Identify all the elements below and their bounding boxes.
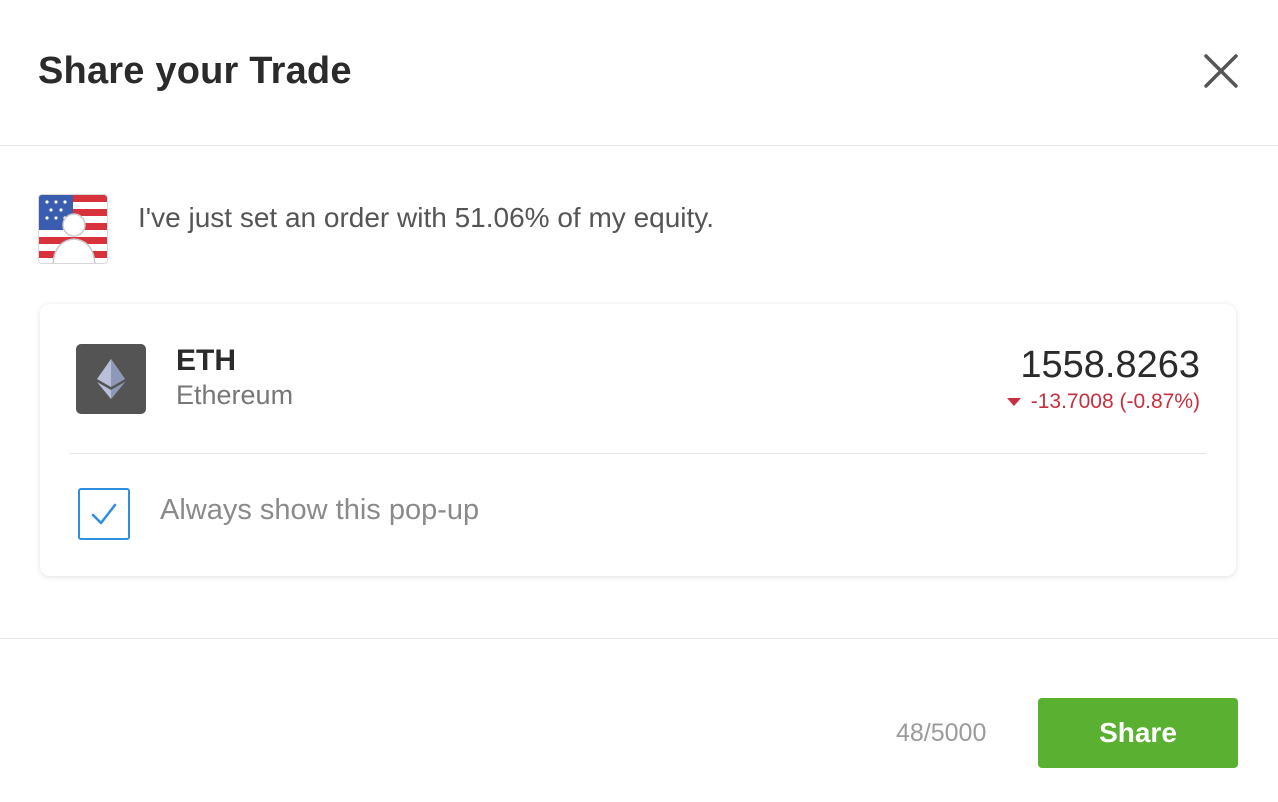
dialog-header: Share your Trade [0, 0, 1278, 146]
character-count: 48/5000 [896, 719, 987, 747]
user-avatar [38, 194, 108, 264]
share-button[interactable]: Share [1038, 698, 1238, 768]
card-divider [70, 453, 1206, 454]
close-button[interactable] [1198, 48, 1244, 94]
footer-divider [0, 638, 1278, 639]
always-show-label[interactable]: Always show this pop-up [160, 494, 479, 527]
message-text[interactable]: I've just set an order with 51.06% of my… [138, 202, 714, 234]
share-trade-dialog: Share your Trade I've just set an order … [0, 0, 1278, 802]
ethereum-icon [76, 344, 146, 414]
close-icon [1204, 54, 1238, 88]
instrument-symbol: ETH [176, 344, 236, 377]
share-message[interactable]: I've just set an order with 51.06% of my… [38, 192, 1238, 264]
instrument-card: ETH Ethereum 1558.8263 -13.7008 (-0.87%)… [40, 304, 1236, 576]
dialog-title: Share your Trade [38, 50, 352, 92]
instrument-price: 1558.8263 [1020, 344, 1200, 386]
checkmark-icon [91, 503, 117, 525]
instrument-name: Ethereum [176, 380, 294, 410]
down-arrow-icon [1006, 398, 1021, 406]
price-change-value: -13.7008 (-0.87%) [1030, 390, 1200, 413]
always-show-checkbox[interactable] [78, 488, 130, 540]
price-change: -13.7008 (-0.87%) [1006, 390, 1200, 414]
